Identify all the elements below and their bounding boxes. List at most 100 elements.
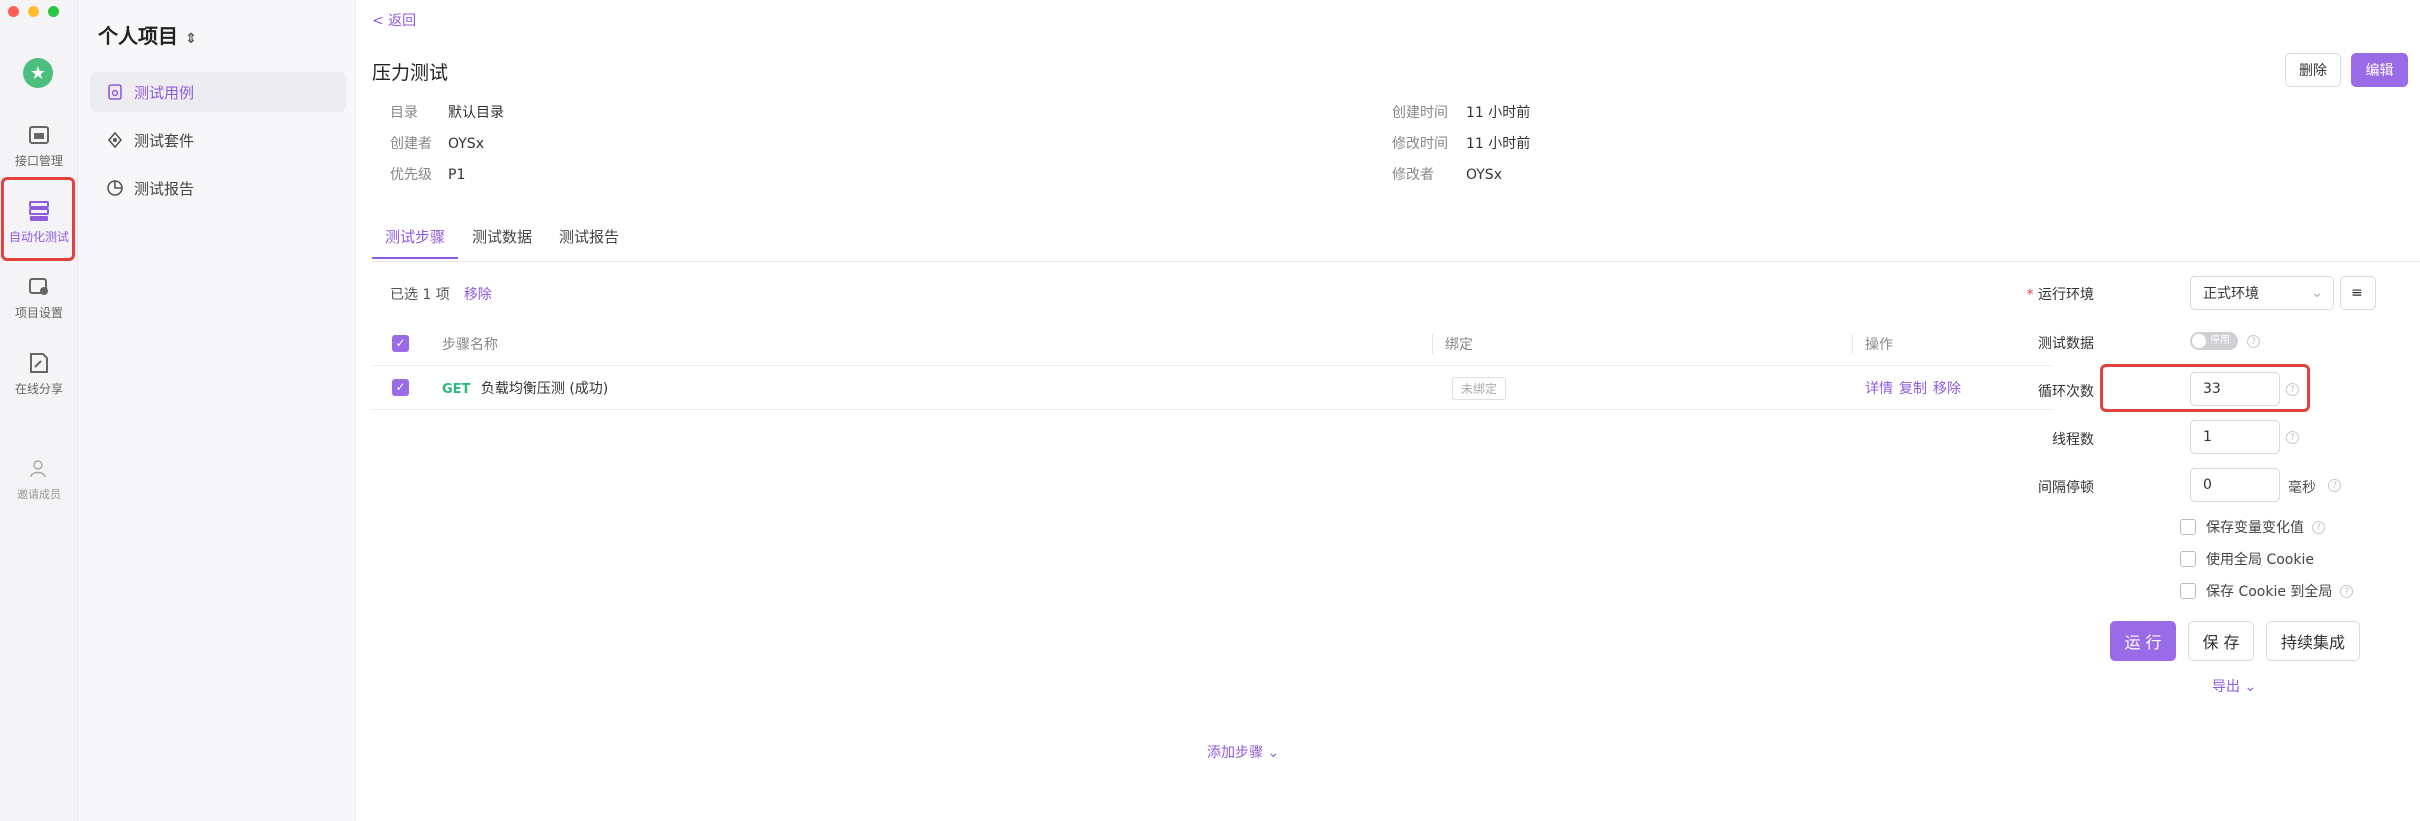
env-label-text: 运行环境	[2038, 287, 2094, 303]
project-switcher[interactable]: 个人项目 ⇕	[98, 20, 197, 49]
step-name: 负载均衡压测 (成功)	[480, 381, 609, 397]
help-icon[interactable]: ?	[2340, 584, 2354, 598]
sidebar-label-test-suites: 测试套件	[134, 131, 195, 150]
test-data-label: 测试数据	[2038, 336, 2094, 352]
use-global-cookie-option[interactable]: 使用全局 Cookie	[2180, 549, 2314, 569]
document-icon	[108, 84, 122, 100]
project-settings-icon	[29, 278, 48, 295]
selection-count: 已选 1 项	[390, 287, 450, 303]
meta-value: 11 小时前	[1466, 105, 1531, 121]
rail-label-api: 接口管理	[14, 154, 63, 168]
maximize-window-button[interactable]	[48, 6, 59, 17]
interval-input[interactable]: 0	[2190, 468, 2280, 502]
save-var-changes-option[interactable]: 保存变量变化值?	[2180, 517, 2325, 537]
loops-label: 循环次数	[2038, 384, 2094, 400]
help-icon[interactable]: ?	[2328, 479, 2341, 492]
threads-input[interactable]: 1	[2190, 420, 2280, 454]
close-window-button[interactable]	[8, 6, 19, 17]
pie-chart-icon	[107, 180, 123, 196]
bind-status-badge[interactable]: 未绑定	[1452, 377, 1507, 400]
meta-created-time: 创建时间 11 小时前	[1392, 102, 1530, 122]
save-var-changes-checkbox[interactable]	[2180, 519, 2196, 535]
rail-label-settings: 项目设置	[14, 306, 63, 320]
meta-value: OYSx	[1466, 167, 1502, 183]
remove-selected-link[interactable]: 移除	[464, 287, 492, 303]
api-icon	[29, 126, 49, 144]
save-var-changes-label: 保存变量变化值	[2206, 520, 2304, 536]
highlight-box-automation	[1, 177, 75, 261]
continuous-integration-button[interactable]: 持续集成	[2266, 621, 2360, 661]
select-all-checkbox[interactable]: ✓	[392, 335, 409, 352]
sidebar-item-test-reports[interactable]: 测试报告	[90, 168, 346, 208]
rail-item-api[interactable]: 接口管理	[0, 124, 78, 169]
sidebar-item-test-suites[interactable]: 测试套件	[90, 120, 346, 160]
meta-modifier: 修改者 OYSx	[1392, 164, 1502, 184]
save-button[interactable]: 保 存	[2188, 621, 2254, 661]
sidebar-label-test-cases: 测试用例	[134, 83, 195, 102]
test-data-toggle[interactable]: 停用	[2190, 332, 2238, 350]
help-icon[interactable]: ?	[2312, 520, 2325, 534]
rail-label-share: 在线分享	[14, 382, 63, 396]
meta-value: 默认目录	[448, 105, 504, 121]
env-manage-button[interactable]: ≡	[2340, 276, 2376, 310]
meta-creator: 创建者 OYSx	[390, 133, 484, 153]
app-logo-icon[interactable]: ★	[23, 58, 53, 88]
tab-test-data[interactable]: 测试数据	[472, 226, 532, 257]
selection-bar: 已选 1 项移除	[390, 284, 492, 304]
export-dropdown[interactable]: 导出 ⌄	[2212, 676, 2256, 696]
add-step-button[interactable]: 添加步骤 ⌄	[1207, 742, 1279, 762]
sidebar-label-test-reports: 测试报告	[134, 179, 195, 198]
rail-item-settings[interactable]: 项目设置	[0, 276, 78, 321]
details-link[interactable]: 详情	[1865, 381, 1893, 397]
interval-label: 间隔停顿	[2038, 480, 2094, 496]
column-divider	[1852, 334, 1853, 354]
app-window: ★ 接口管理 自动化测试 项目设置 在线分享 邀请成员 个人项目 ⇕ 测试用例 …	[0, 0, 2420, 821]
meta-key: 修改时间	[1392, 136, 1448, 152]
save-cookie-global-checkbox[interactable]	[2180, 583, 2196, 599]
interval-unit: 毫秒	[2288, 480, 2316, 496]
help-icon[interactable]: ?	[2286, 431, 2299, 444]
switch-arrows-icon: ⇕	[184, 31, 197, 47]
table-header: ✓ 步骤名称 绑定 操作	[372, 322, 2052, 366]
help-icon[interactable]: ?	[2247, 335, 2260, 348]
row-checkbox[interactable]: ✓	[392, 379, 409, 396]
meta-key: 目录	[390, 105, 418, 121]
share-icon	[30, 353, 48, 373]
row-actions: 详情 复制 移除	[1865, 378, 1967, 398]
project-name: 个人项目	[98, 24, 178, 48]
run-button[interactable]: 运 行	[2110, 621, 2176, 661]
column-divider	[1432, 334, 1433, 354]
meta-value: 11 小时前	[1466, 136, 1531, 152]
remove-link[interactable]: 移除	[1933, 381, 1961, 397]
env-select[interactable]: 正式环境 ⌄	[2190, 276, 2334, 310]
help-icon[interactable]: ?	[2286, 383, 2299, 396]
chevron-down-icon: ⌄	[2311, 285, 2323, 301]
env-label: * 运行环境	[1994, 284, 2094, 304]
page-title: 压力测试	[372, 62, 449, 84]
steps-table: ✓ 步骤名称 绑定 操作 ✓ GET 负载均衡压测 (成功) 未绑定 详情 复制移…	[372, 322, 2052, 761]
meta-key: 创建时间	[1392, 105, 1448, 121]
table-row[interactable]: ✓ GET 负载均衡压测 (成功) 未绑定 详情 复制 移除	[372, 366, 2052, 410]
back-link[interactable]: < 返回	[372, 10, 416, 30]
suite-icon	[107, 131, 123, 149]
tab-test-steps[interactable]: 测试步骤	[372, 226, 459, 259]
use-global-cookie-checkbox[interactable]	[2180, 551, 2196, 567]
save-cookie-global-option[interactable]: 保存 Cookie 到全局?	[2180, 581, 2354, 601]
use-global-cookie-label: 使用全局 Cookie	[2206, 552, 2314, 568]
secondary-sidebar: 个人项目 ⇕ 测试用例 测试套件 测试报告	[78, 0, 356, 821]
rail-label-invite: 邀请成员	[17, 488, 61, 501]
rail-item-invite[interactable]: 邀请成员	[0, 458, 78, 502]
delete-button[interactable]: 删除	[2285, 53, 2341, 87]
tab-test-report[interactable]: 测试报告	[559, 226, 619, 257]
left-rail: ★ 接口管理 自动化测试 项目设置 在线分享 邀请成员	[0, 0, 78, 821]
rail-item-share[interactable]: 在线分享	[0, 352, 78, 397]
meta-directory: 目录 默认目录	[390, 102, 504, 122]
minimize-window-button[interactable]	[28, 6, 39, 17]
meta-value: OYSx	[448, 136, 484, 152]
step-name-cell: GET 负载均衡压测 (成功)	[442, 378, 608, 398]
copy-link[interactable]: 复制	[1899, 381, 1927, 397]
edit-button[interactable]: 编辑	[2351, 53, 2408, 87]
header-bind: 绑定	[1445, 337, 1473, 353]
loops-input[interactable]: 33	[2190, 372, 2280, 406]
sidebar-item-test-cases[interactable]: 测试用例	[90, 72, 346, 112]
